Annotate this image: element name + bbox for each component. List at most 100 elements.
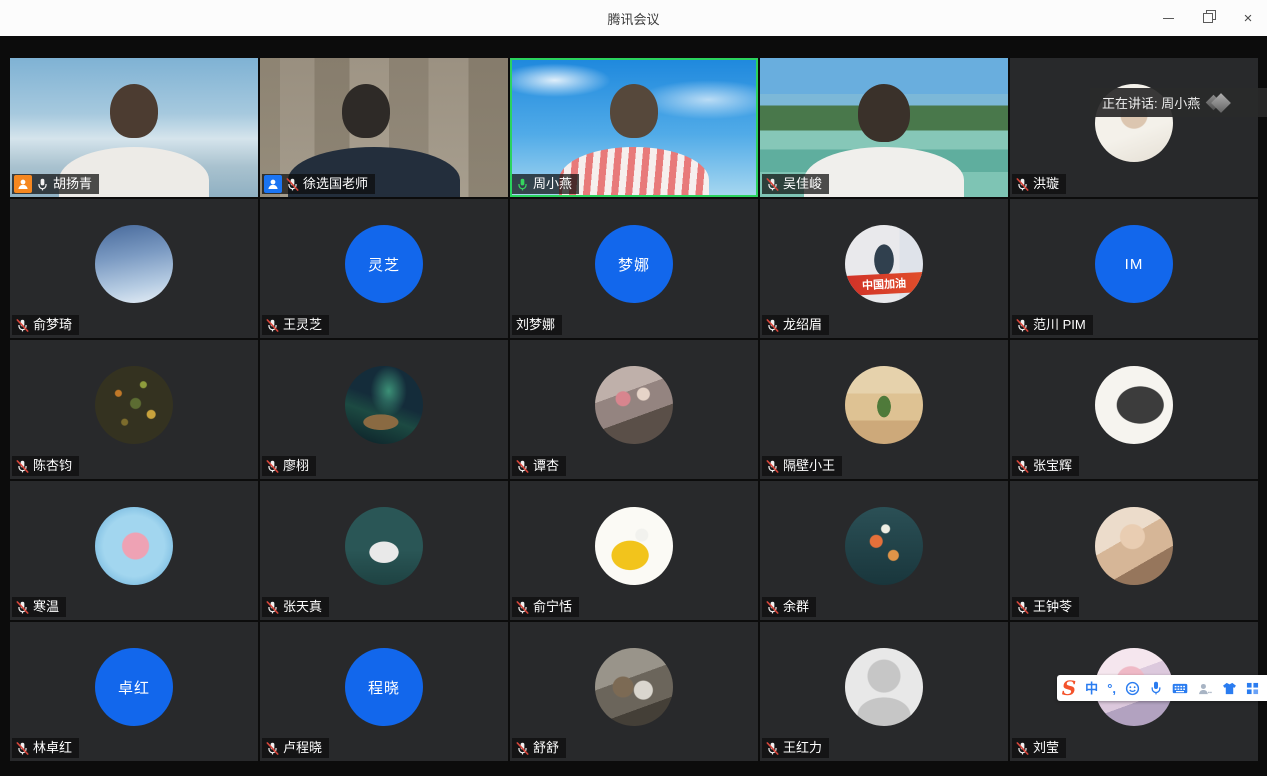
speaking-banner-text: 正在讲话: 周小燕 <box>1102 93 1200 112</box>
nameplate: 范川 PIM <box>1012 315 1093 335</box>
participant-name: 周小燕 <box>533 174 572 194</box>
participant-name: 寒温 <box>33 597 59 617</box>
participant-name: 卢程晓 <box>283 738 322 758</box>
nameplate: 龙绍眉 <box>762 315 829 335</box>
participant-tile[interactable]: IM 范川 PIM <box>1010 199 1258 338</box>
participant-name: 廖栩 <box>283 456 309 476</box>
mic-icon <box>1016 460 1029 473</box>
close-icon: × <box>1244 11 1253 26</box>
avatar: IM <box>1095 225 1173 303</box>
mic-icon <box>766 601 779 614</box>
participant-name: 王红力 <box>783 738 822 758</box>
mic-icon <box>266 742 279 755</box>
role-badge <box>264 175 282 193</box>
participant-name: 陈杏钧 <box>33 456 72 476</box>
mic-icon <box>766 319 779 332</box>
nameplate: 刘莹 <box>1012 738 1066 758</box>
close-button[interactable]: × <box>1241 11 1255 25</box>
chinese-mode-icon[interactable]: 中 <box>1085 682 1098 695</box>
window-controls: × <box>1161 0 1255 36</box>
avatar-caption: 中国加油 <box>845 272 923 297</box>
nameplate: 王灵芝 <box>262 315 329 335</box>
nameplate: 林卓红 <box>12 738 79 758</box>
nameplate: 寒温 <box>12 597 66 617</box>
skin-icon[interactable] <box>1222 682 1237 695</box>
participant-tile[interactable]: 王红力 <box>760 622 1008 761</box>
avatar <box>1095 366 1173 444</box>
nameplate: 卢程晓 <box>262 738 329 758</box>
mic-icon <box>766 178 779 191</box>
mic-icon <box>16 742 29 755</box>
participant-name: 隔壁小王 <box>783 456 835 476</box>
participant-tile[interactable]: 俞宁恬 <box>510 481 758 620</box>
account-icon[interactable] <box>1197 682 1213 695</box>
participant-name: 范川 PIM <box>1033 315 1086 335</box>
participant-tile[interactable]: 胡扬青 <box>10 58 258 197</box>
participant-tile[interactable]: 梦娜 刘梦娜 <box>510 199 758 338</box>
participant-tile[interactable]: 灵芝 王灵芝 <box>260 199 508 338</box>
participant-tile[interactable]: 谭杏 <box>510 340 758 479</box>
participant-tile[interactable]: 张天真 <box>260 481 508 620</box>
role-badge <box>14 175 32 193</box>
mic-icon <box>766 742 779 755</box>
avatar <box>95 507 173 585</box>
avatar <box>845 366 923 444</box>
participant-tile[interactable]: 卓红 林卓红 <box>10 622 258 761</box>
avatar: 梦娜 <box>595 225 673 303</box>
participant-tile[interactable]: 舒舒 <box>510 622 758 761</box>
participant-tile[interactable]: 程晓 卢程晓 <box>260 622 508 761</box>
nameplate: 刘梦娜 <box>512 315 562 335</box>
mic-icon <box>266 601 279 614</box>
avatar <box>595 366 673 444</box>
emoji-icon[interactable] <box>1125 681 1140 696</box>
participant-name: 胡扬青 <box>53 174 92 194</box>
sogou-logo[interactable]: S <box>1062 678 1076 698</box>
toolbox-icon[interactable] <box>1246 682 1259 695</box>
soft-keyboard-icon[interactable] <box>1172 682 1188 695</box>
nameplate: 陈杏钧 <box>12 456 79 476</box>
mic-icon <box>36 178 49 191</box>
participant-tile[interactable]: 寒温 <box>10 481 258 620</box>
avatar: 程晓 <box>345 648 423 726</box>
participant-tile[interactable]: 隔壁小王 <box>760 340 1008 479</box>
minimize-button[interactable] <box>1161 11 1175 25</box>
avatar-initials: IM <box>1125 256 1144 273</box>
participant-tile[interactable]: 俞梦琦 <box>10 199 258 338</box>
participant-tile[interactable]: 中国加油 龙绍眉 <box>760 199 1008 338</box>
participant-name: 王灵芝 <box>283 315 322 335</box>
mic-icon <box>516 601 529 614</box>
participant-tile[interactable]: 廖栩 <box>260 340 508 479</box>
participant-name: 俞宁恬 <box>533 597 572 617</box>
punctuation-icon[interactable]: °, <box>1107 682 1116 695</box>
avatar <box>595 648 673 726</box>
voice-input-icon[interactable] <box>1149 681 1163 695</box>
participant-name: 张天真 <box>283 597 322 617</box>
participant-name: 俞梦琦 <box>33 315 72 335</box>
participant-tile[interactable]: 王钟苓 <box>1010 481 1258 620</box>
participant-name: 洪璇 <box>1033 174 1059 194</box>
avatar: 卓红 <box>95 648 173 726</box>
nameplate: 俞宁恬 <box>512 597 579 617</box>
participant-tile[interactable]: 余群 <box>760 481 1008 620</box>
participant-tile[interactable]: 周小燕 <box>510 58 758 197</box>
mic-icon <box>1016 742 1029 755</box>
nameplate: 俞梦琦 <box>12 315 79 335</box>
participant-name: 林卓红 <box>33 738 72 758</box>
mic-icon <box>516 460 529 473</box>
nameplate: 王红力 <box>762 738 829 758</box>
participant-name: 刘梦娜 <box>516 315 555 335</box>
mic-icon <box>516 178 529 191</box>
participant-tile[interactable]: 吴佳峻 <box>760 58 1008 197</box>
participant-tile[interactable]: 徐选国老师 <box>260 58 508 197</box>
nameplate: 余群 <box>762 597 816 617</box>
participant-tile[interactable]: 洪璇 <box>1010 58 1258 197</box>
mic-icon <box>766 460 779 473</box>
participant-tile[interactable]: 陈杏钧 <box>10 340 258 479</box>
avatar <box>595 507 673 585</box>
participant-name: 张宝辉 <box>1033 456 1072 476</box>
restore-button[interactable] <box>1201 11 1215 25</box>
participant-tile[interactable]: 张宝辉 <box>1010 340 1258 479</box>
titlebar: 腾讯会议 × <box>0 0 1267 36</box>
nameplate: 周小燕 <box>512 174 579 194</box>
nameplate: 洪璇 <box>1012 174 1066 194</box>
